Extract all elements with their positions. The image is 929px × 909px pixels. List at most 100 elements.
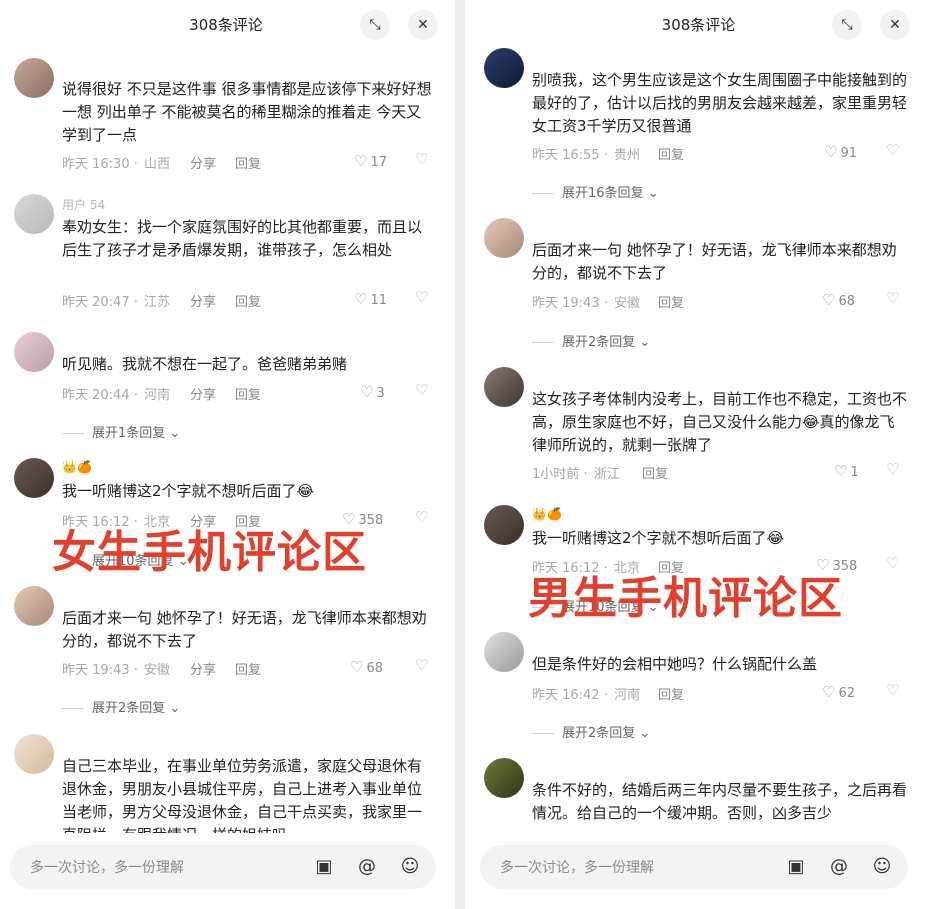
avatar[interactable]: [484, 48, 524, 88]
expand-replies-label: 展开16条回复: [562, 186, 644, 201]
mention-icon[interactable]: @: [353, 853, 381, 881]
expand-replies-button[interactable]: 展开2条回复 ⌄: [62, 697, 180, 716]
comment-location: 河南: [144, 388, 171, 403]
expand-replies-label: 展开2条回复: [562, 335, 636, 350]
comment-text: 但是条件好的会相中她吗？什么锅配什么盖: [532, 655, 818, 673]
like-button[interactable]: ♡ 1: [834, 462, 859, 480]
comment-meta: 昨天 20:47 · 江苏: [62, 295, 171, 310]
dislike-icon[interactable]: ♡: [886, 460, 899, 478]
dislike-icon[interactable]: ♡: [415, 288, 428, 306]
reply-button[interactable]: 回复: [658, 684, 684, 703]
reply-button[interactable]: 回复: [642, 463, 668, 482]
like-count: 62: [838, 686, 855, 701]
like-count: 1: [850, 465, 859, 480]
like-button[interactable]: ♡ 68: [822, 291, 855, 309]
comment-text: 条件不好的，结婚后两三年内尽量不要生孩子，之后再看情况。给自己的一个缓冲期。否则…: [532, 781, 908, 822]
chevron-down-icon: ⌄: [169, 701, 181, 716]
dislike-icon[interactable]: ♡: [886, 681, 899, 699]
reply-button[interactable]: 回复: [658, 144, 684, 163]
reply-button[interactable]: 回复: [658, 292, 684, 311]
like-button[interactable]: ♡ 17: [354, 152, 387, 170]
avatar[interactable]: [484, 758, 524, 798]
right-comment-panel: 308条评论 ⤡ ✕ 别喷我，这个男生应该是这个女生周围圈子中能接触到的最好的了…: [468, 0, 929, 909]
share-button[interactable]: 分享: [190, 153, 216, 172]
image-icon[interactable]: ▣: [782, 853, 810, 881]
reply-button[interactable]: 回复: [235, 153, 261, 172]
share-button[interactable]: 分享: [190, 384, 216, 403]
minimize-icon[interactable]: ⤡: [832, 10, 862, 40]
comment-input-bar[interactable]: 多一次讨论，多一份理解 ▣ @ ☺: [10, 845, 436, 889]
dislike-icon[interactable]: ♡: [415, 508, 428, 526]
panel-divider: [455, 0, 465, 909]
reply-button[interactable]: 回复: [235, 659, 261, 678]
like-button[interactable]: ♡ 62: [822, 683, 855, 701]
mention-icon[interactable]: @: [825, 853, 853, 881]
close-icon[interactable]: ✕: [408, 10, 438, 40]
avatar[interactable]: [484, 367, 524, 407]
emoji-icon[interactable]: ☺: [868, 853, 896, 881]
comment-text: 我一听赌博这2个字就不想听后面了😂: [62, 482, 315, 500]
comments-header: 308条评论 ⤡ ✕: [468, 0, 929, 48]
comment-text: 这女孩子考体制内没考上，目前工作也不稳定，工资也不高，原生家庭也不好，自己又没什…: [532, 390, 908, 454]
dislike-icon[interactable]: ♡: [886, 141, 899, 159]
expand-replies-button[interactable]: 展开16条回复 ⌄: [532, 182, 659, 201]
reply-button[interactable]: 回复: [235, 384, 261, 403]
dislike-icon[interactable]: ♡: [886, 289, 899, 307]
emoji-icon[interactable]: ☺: [396, 853, 424, 881]
like-button[interactable]: ♡ 91: [824, 143, 857, 161]
heart-icon: ♡: [360, 383, 374, 401]
avatar[interactable]: [484, 218, 524, 258]
minimize-icon[interactable]: ⤡: [360, 10, 390, 40]
avatar[interactable]: [484, 632, 524, 672]
avatar[interactable]: [14, 586, 54, 626]
like-button[interactable]: ♡ 3: [360, 383, 385, 401]
comment-location: 贵州: [614, 148, 641, 163]
like-count: 3: [376, 386, 385, 401]
comment-text: 后面才来一句 她怀孕了！好无语，龙飞律师本来都想劝分的，都说不下去了: [532, 241, 897, 282]
username-badges: 👑🍊: [532, 507, 562, 521]
comment-input-bar[interactable]: 多一次讨论，多一份理解 ▣ @ ☺: [480, 845, 908, 889]
comment-time: 1小时前: [532, 467, 580, 482]
like-button[interactable]: ♡ 11: [354, 290, 387, 308]
comment-text: 奉劝女生：找一个家庭氛围好的比其他都重要，而且以后生了孩子才是矛盾爆发期，谁带孩…: [62, 218, 423, 259]
comment-input[interactable]: 多一次讨论，多一份理解: [30, 857, 184, 877]
comment-time: 昨天 16:42: [532, 688, 600, 703]
avatar[interactable]: [484, 505, 524, 545]
comment-meta: 昨天 20:44 · 河南: [62, 388, 171, 403]
comment-text: 我一听赌博这2个字就不想听后面了😂: [532, 529, 785, 547]
expand-replies-button[interactable]: 展开2条回复 ⌄: [532, 722, 650, 741]
share-button[interactable]: 分享: [190, 291, 216, 310]
expand-replies-button[interactable]: 展开1条回复 ⌄: [62, 422, 180, 441]
dislike-icon[interactable]: ♡: [415, 381, 428, 399]
orange-icon: 🍊: [546, 507, 562, 521]
reply-button[interactable]: 回复: [235, 291, 261, 310]
comment-input[interactable]: 多一次讨论，多一份理解: [500, 857, 654, 877]
username[interactable]: 用户 54: [62, 196, 105, 213]
comment-text: 听见赌。我就不想在一起了。爸爸赌弟弟赌: [62, 355, 348, 373]
crown-icon: 👑: [532, 507, 547, 521]
dislike-icon[interactable]: ♡: [415, 656, 428, 674]
comment-text: 后面才来一句 她怀孕了！好无语，龙飞律师本来都想劝分的，都说不下去了: [62, 609, 427, 650]
comment-location: 安徽: [144, 663, 171, 678]
avatar[interactable]: [14, 458, 54, 498]
heart-icon: ♡: [822, 291, 836, 309]
like-button[interactable]: ♡ 68: [350, 658, 383, 676]
comment-meta: 昨天 19:43 · 安徽: [532, 296, 641, 311]
avatar[interactable]: [14, 734, 54, 774]
chevron-down-icon: ⌄: [639, 726, 651, 741]
heart-icon: ♡: [834, 462, 848, 480]
dislike-icon[interactable]: ♡: [415, 150, 428, 168]
avatar[interactable]: [14, 194, 54, 234]
comment-time: 昨天 20:44: [62, 388, 130, 403]
dislike-icon[interactable]: ♡: [886, 554, 899, 572]
avatar[interactable]: [14, 332, 54, 372]
chevron-down-icon: ⌄: [647, 186, 659, 201]
comment-text: 自己三本毕业，在事业单位劳务派遣，家庭父母退休有退休金，男朋友小县城住平房，自己…: [62, 757, 423, 833]
share-button[interactable]: 分享: [190, 659, 216, 678]
like-count: 68: [838, 294, 855, 309]
avatar[interactable]: [14, 58, 54, 98]
expand-replies-button[interactable]: 展开2条回复 ⌄: [532, 331, 650, 350]
close-icon[interactable]: ✕: [880, 10, 910, 40]
image-icon[interactable]: ▣: [310, 853, 338, 881]
comment-time: 昨天 19:43: [62, 663, 130, 678]
